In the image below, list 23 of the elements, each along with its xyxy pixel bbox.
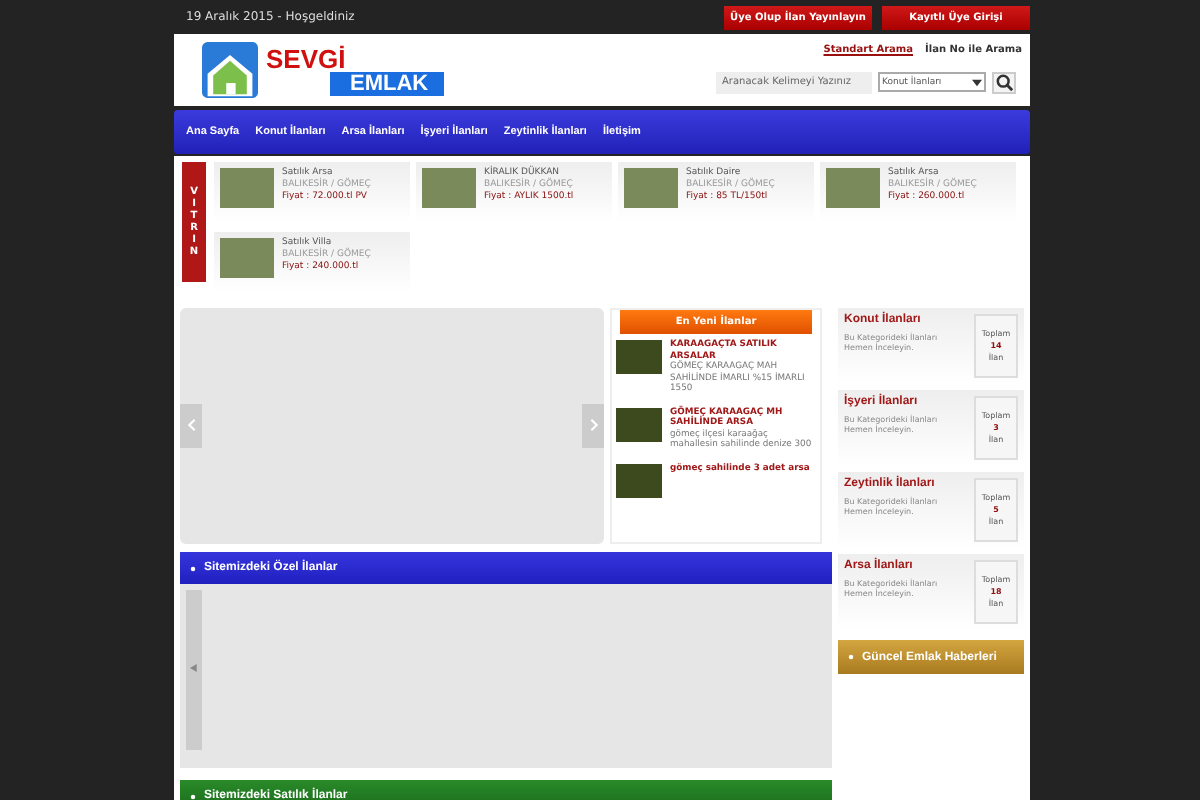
triangle-left-icon xyxy=(190,664,198,672)
photo-placeholder xyxy=(616,407,662,441)
house-logo-icon xyxy=(202,42,258,98)
previous-arrow-button[interactable] xyxy=(186,590,202,750)
next-arrow-button[interactable] xyxy=(582,404,604,448)
photo-placeholder xyxy=(616,463,662,497)
search-icon xyxy=(995,73,1013,91)
previous-arrow-button[interactable] xyxy=(180,404,202,448)
photo-placeholder xyxy=(616,340,662,374)
caret-icon xyxy=(972,77,982,87)
logo-text: EMLAK xyxy=(330,71,445,95)
logo-text: SEVGİ xyxy=(266,45,346,71)
photo-placeholder xyxy=(826,168,880,208)
photo-placeholder xyxy=(220,237,274,277)
chevron-left-icon xyxy=(187,417,195,431)
photo-placeholder xyxy=(220,168,274,208)
photo-placeholder xyxy=(624,168,678,208)
bullet-icon xyxy=(190,793,196,799)
bullet-icon xyxy=(190,565,196,571)
photo-placeholder xyxy=(422,168,476,208)
bullet-icon xyxy=(848,654,854,660)
chevron-right-icon xyxy=(589,417,597,431)
search-button[interactable] xyxy=(992,71,1016,93)
